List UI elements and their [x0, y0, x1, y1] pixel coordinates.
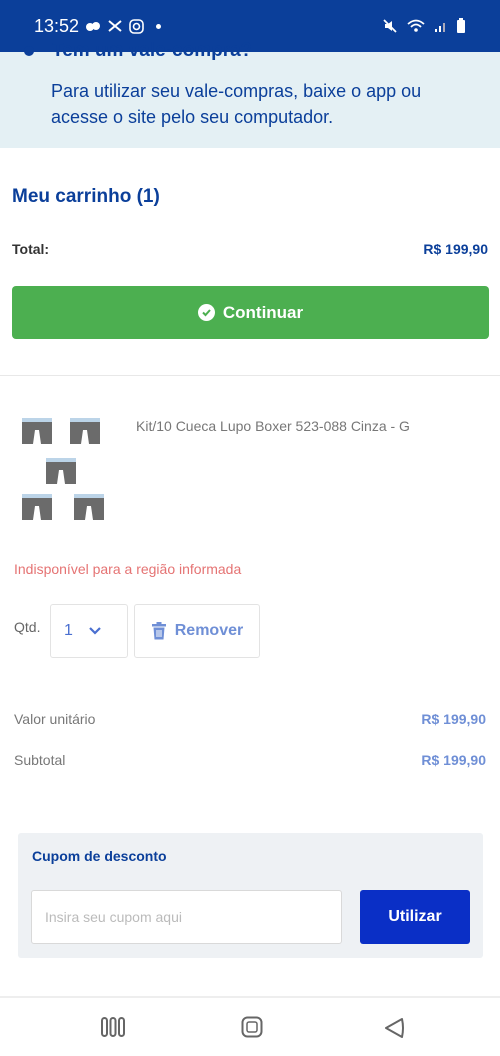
total-label: Total: — [12, 241, 50, 257]
check-circle-icon — [197, 304, 215, 321]
coupon-title: Cupom de desconto — [32, 848, 167, 864]
battery-icon — [457, 18, 465, 33]
notification-icon — [86, 22, 101, 31]
availability-warning: Indisponível para a região informada — [14, 561, 242, 577]
unit-price-label: Valor unitário — [14, 711, 96, 727]
tools-icon — [108, 20, 122, 32]
total-value: R$ 199,90 — [423, 241, 488, 257]
remove-button[interactable]: Remover — [134, 604, 260, 658]
voucher-banner: Tem um vale-compra? Para utilizar seu va… — [0, 40, 500, 148]
quantity-value: 1 — [64, 622, 73, 639]
apply-coupon-button[interactable]: Utilizar — [360, 890, 470, 944]
section-divider — [0, 375, 500, 376]
trash-icon — [151, 622, 166, 640]
coupon-section: Cupom de desconto Utilizar — [18, 833, 483, 958]
subtotal-value: R$ 199,90 — [421, 752, 486, 768]
total-row: Total: R$ 199,90 — [12, 241, 488, 257]
quantity-label: Qtd. — [14, 619, 41, 635]
wifi-icon — [407, 19, 425, 32]
product-image[interactable] — [18, 412, 126, 524]
home-icon[interactable] — [241, 1016, 263, 1038]
chevron-down-icon — [89, 627, 101, 635]
signal-icon — [435, 23, 445, 32]
back-icon[interactable] — [383, 1016, 405, 1040]
subtotal-label: Subtotal — [14, 752, 66, 768]
coupon-input[interactable] — [31, 890, 342, 944]
continue-label: Continuar — [222, 302, 304, 322]
recent-apps-icon[interactable] — [101, 1016, 125, 1038]
more-notifications-dot — [156, 23, 162, 29]
product-name[interactable]: Kit/10 Cueca Lupo Boxer 523-088 Cinza - … — [136, 418, 480, 434]
subtotal-row: Subtotal R$ 199,90 — [14, 752, 486, 768]
mute-icon — [383, 19, 397, 33]
unit-price-row: Valor unitário R$ 199,90 — [14, 711, 486, 727]
unit-price-value: R$ 199,90 — [421, 711, 486, 727]
banner-title: Tem um vale-compra? — [52, 40, 253, 61]
cart-title: Meu carrinho (1) — [12, 186, 160, 207]
instagram-icon — [129, 18, 144, 34]
system-nav-bar — [0, 996, 500, 1056]
banner-bullet-icon — [24, 46, 34, 56]
banner-text: Para utilizar seu vale-compras, baixe o … — [51, 81, 422, 127]
status-time: 13:52 — [34, 15, 80, 36]
continue-button[interactable]: Continuar — [12, 286, 489, 339]
remove-label: Remover — [174, 622, 244, 639]
quantity-select[interactable]: 1 — [50, 604, 128, 658]
